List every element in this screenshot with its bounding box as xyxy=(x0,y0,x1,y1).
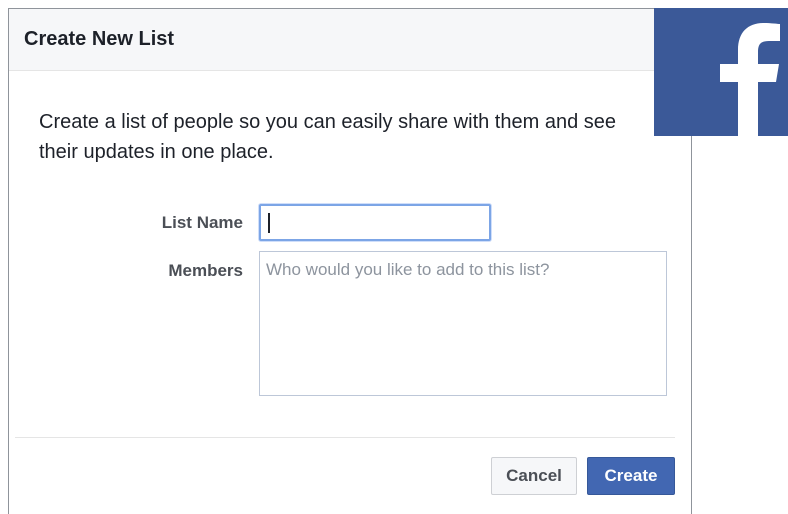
cancel-button[interactable]: Cancel xyxy=(491,457,577,495)
dialog-description: Create a list of people so you can easil… xyxy=(39,111,616,163)
facebook-f-icon xyxy=(654,8,788,136)
list-name-input[interactable] xyxy=(259,204,491,241)
members-label: Members xyxy=(168,261,243,280)
dialog-title: Create New List xyxy=(24,28,175,50)
members-input[interactable] xyxy=(259,251,667,396)
list-name-label: List Name xyxy=(161,213,243,232)
dialog-header: Create New List xyxy=(9,9,691,71)
create-list-dialog: Create New List Create a list of people … xyxy=(8,8,692,514)
dialog-body: Create a list of people so you can easil… xyxy=(9,71,691,447)
footer-divider xyxy=(15,437,675,438)
screen: Create New List Create a list of people … xyxy=(0,0,788,514)
create-button[interactable]: Create xyxy=(587,457,675,495)
text-cursor xyxy=(268,213,270,233)
